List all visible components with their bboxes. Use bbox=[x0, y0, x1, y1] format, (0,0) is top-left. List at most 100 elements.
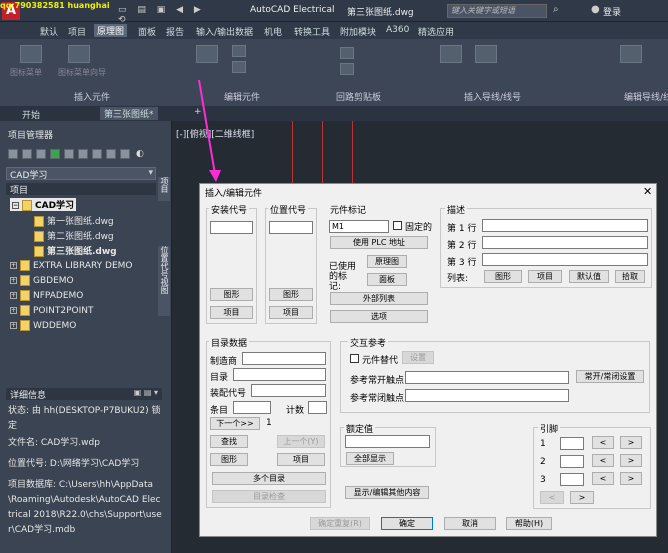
quick-access-toolbar[interactable]: ▭ ▤ ▣ ◀ ▶ ⟲ bbox=[118, 5, 218, 25]
tab-import-export[interactable]: 输入/输出数据 bbox=[196, 25, 253, 38]
options-button[interactable]: 选项 bbox=[330, 310, 428, 323]
nc-contacts-input[interactable] bbox=[405, 389, 569, 402]
expand-icon[interactable]: + bbox=[10, 322, 17, 329]
install-project-button[interactable]: 项目 bbox=[210, 306, 253, 319]
tab-featured-apps[interactable]: 精选应用 bbox=[418, 25, 454, 38]
icon-menu-icon[interactable] bbox=[20, 45, 42, 63]
help-button[interactable]: 帮助(H) bbox=[506, 517, 552, 530]
group-edit-component[interactable]: 编辑元件 bbox=[224, 90, 260, 103]
catalog-project-button[interactable]: 项目 bbox=[277, 453, 325, 466]
expand-icon[interactable]: + bbox=[10, 277, 17, 284]
drawing-list-icon[interactable] bbox=[78, 149, 88, 159]
tree-project[interactable]: + POINT2POINT bbox=[10, 305, 94, 316]
line2-input[interactable] bbox=[482, 236, 648, 249]
tab-panel[interactable]: 面板 bbox=[138, 25, 156, 38]
paste-icon[interactable] bbox=[340, 63, 354, 75]
project-properties-icon[interactable] bbox=[64, 149, 74, 159]
tree-project[interactable]: + GBDEMO bbox=[10, 275, 74, 286]
move-icon[interactable] bbox=[232, 45, 246, 57]
wire-icon[interactable] bbox=[440, 45, 462, 63]
use-plc-address-button[interactable]: 使用 PLC 地址 bbox=[330, 236, 428, 249]
tab-reports[interactable]: 报告 bbox=[166, 25, 184, 38]
search-icon[interactable]: ⌕ bbox=[553, 4, 559, 15]
tree-project[interactable]: + NFPADEMO bbox=[10, 290, 83, 301]
expand-icon[interactable]: + bbox=[10, 307, 17, 314]
line1-input[interactable] bbox=[482, 219, 648, 232]
show-edit-misc-button[interactable]: 显示/编辑其他内容 bbox=[345, 486, 429, 499]
close-icon[interactable]: ✕ bbox=[643, 185, 652, 198]
panel-button[interactable]: 面板 bbox=[367, 273, 407, 286]
tab-a360[interactable]: A360 bbox=[386, 25, 409, 35]
edit-component-icon[interactable] bbox=[196, 45, 218, 63]
component-override-checkbox[interactable] bbox=[350, 354, 359, 363]
refresh-icon[interactable] bbox=[50, 149, 60, 159]
pin3-next-button[interactable]: > bbox=[620, 472, 642, 485]
fixed-checkbox[interactable] bbox=[393, 221, 402, 230]
tree-drawing[interactable]: 第三张图纸.dwg bbox=[34, 244, 117, 257]
tag-input[interactable]: M1 bbox=[329, 220, 389, 233]
no-nc-setup-button[interactable]: 常开/常闭设置 bbox=[576, 370, 644, 383]
location-project-button[interactable]: 项目 bbox=[269, 306, 313, 319]
pin1-prev-button[interactable]: < bbox=[592, 436, 614, 449]
tab-project[interactable]: 项目 bbox=[68, 25, 86, 38]
group-insert-component[interactable]: 插入元件 bbox=[74, 90, 110, 103]
count-input[interactable] bbox=[308, 401, 327, 414]
xref-settings-button[interactable]: 设置 bbox=[402, 351, 434, 364]
line3-input[interactable] bbox=[482, 253, 648, 266]
pin3-prev-button[interactable]: < bbox=[592, 472, 614, 485]
project-combo[interactable]: CAD学习 ▾ bbox=[6, 167, 156, 181]
side-tab-location[interactable]: 位置代号视图 bbox=[158, 246, 170, 316]
search-button[interactable]: 查找 bbox=[210, 435, 248, 448]
tree-project[interactable]: + WDDEMO bbox=[10, 320, 76, 331]
open-project-icon[interactable] bbox=[8, 149, 18, 159]
multiple-catalog-button[interactable]: 多个目录 bbox=[212, 472, 326, 485]
file-tab-drawing[interactable]: 第三张图纸* bbox=[100, 107, 158, 120]
schematic-button[interactable]: 原理图 bbox=[367, 255, 407, 268]
location-drawing-button[interactable]: 图形 bbox=[269, 288, 313, 301]
defaults-button[interactable]: 默认值 bbox=[569, 270, 609, 283]
expand-icon[interactable]: + bbox=[10, 292, 17, 299]
install-drawing-button[interactable]: 图形 bbox=[210, 288, 253, 301]
tab-addins[interactable]: 附加模块 bbox=[340, 25, 376, 38]
tab-default[interactable]: 默认 bbox=[40, 25, 58, 38]
publish-icon[interactable] bbox=[92, 149, 102, 159]
expand-icon[interactable]: + bbox=[10, 262, 17, 269]
tab-conversion-tools[interactable]: 转换工具 bbox=[294, 25, 330, 38]
tab-electromechanical[interactable]: 机电 bbox=[264, 25, 282, 38]
item-input[interactable] bbox=[233, 401, 271, 414]
new-drawing-icon[interactable] bbox=[36, 149, 46, 159]
pins-next-button[interactable]: > bbox=[570, 491, 594, 504]
user-icon[interactable]: ● bbox=[591, 4, 600, 15]
desc-project-button[interactable]: 项目 bbox=[528, 270, 562, 283]
wire-number-icon[interactable] bbox=[475, 45, 497, 63]
new-project-icon[interactable] bbox=[22, 149, 32, 159]
catalog-check-button[interactable]: 目录检查 bbox=[212, 490, 326, 503]
show-all-button[interactable]: 全部显示 bbox=[346, 452, 394, 465]
tree-project[interactable]: + EXTRA LIBRARY DEMO bbox=[10, 260, 133, 271]
group-insert-wire[interactable]: 插入导线/线号 bbox=[464, 90, 521, 103]
ok-repeat-button[interactable]: 确定重复(R) bbox=[310, 517, 370, 530]
cut-icon[interactable] bbox=[340, 47, 354, 59]
rating-input[interactable] bbox=[345, 435, 430, 448]
collapse-icon[interactable]: − bbox=[12, 202, 19, 209]
settings-icon[interactable] bbox=[120, 149, 130, 159]
install-input[interactable] bbox=[210, 221, 253, 234]
next-button[interactable]: 下一个>> bbox=[210, 417, 260, 430]
copy-icon[interactable] bbox=[232, 61, 246, 73]
group-circuit-clipboard[interactable]: 回路剪贴板 bbox=[336, 90, 381, 103]
pin3-input[interactable] bbox=[560, 473, 584, 486]
tree-active-project[interactable]: − CAD学习 bbox=[10, 198, 77, 211]
details-icons[interactable]: ▣ ▤ ▾ bbox=[134, 388, 158, 397]
tree-drawing[interactable]: 第一张图纸.dwg bbox=[34, 214, 114, 227]
ok-button[interactable]: 确定 bbox=[381, 517, 433, 530]
pin2-next-button[interactable]: > bbox=[620, 454, 642, 467]
assembly-input[interactable] bbox=[251, 384, 326, 397]
location-input[interactable] bbox=[269, 221, 313, 234]
login-link[interactable]: 登录 bbox=[603, 5, 621, 18]
previous-button[interactable]: 上一个(Y) bbox=[277, 435, 325, 448]
icon-menu-wizard-icon[interactable] bbox=[68, 45, 90, 63]
group-edit-wire[interactable]: 编辑导线/线 bbox=[624, 90, 668, 103]
search-box[interactable]: 键入关键字或短语 bbox=[447, 4, 547, 18]
pin2-prev-button[interactable]: < bbox=[592, 454, 614, 467]
tree-drawing[interactable]: 第二张图纸.dwg bbox=[34, 229, 114, 242]
